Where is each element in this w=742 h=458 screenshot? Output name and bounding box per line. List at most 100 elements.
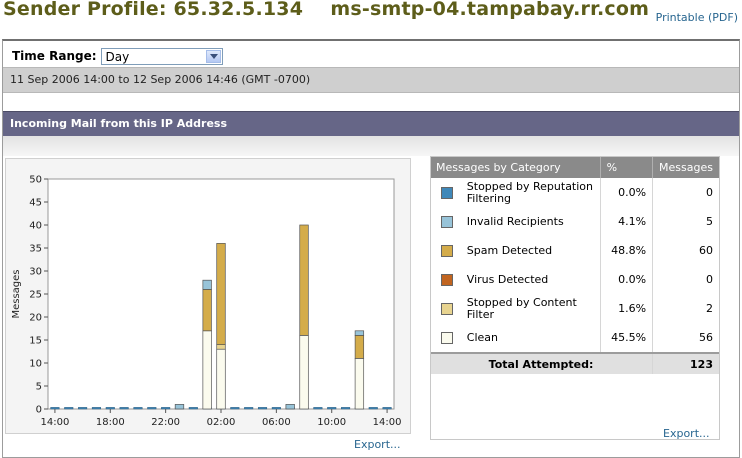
swatch-cell	[430, 207, 461, 236]
bar-segment	[174, 404, 185, 410]
baseline-bar	[64, 407, 74, 410]
baseline-bar	[188, 407, 198, 410]
category-swatch	[441, 273, 453, 286]
baseline-bar	[50, 407, 60, 410]
category-percent: 45.5%	[600, 323, 654, 353]
chevron-down-icon[interactable]	[205, 49, 221, 63]
category-swatch	[441, 215, 453, 228]
x-tick-label: 22:00	[151, 417, 180, 428]
swatch-cell	[430, 323, 461, 353]
total-row: Total Attempted: 123	[430, 352, 720, 374]
category-row: Spam Detected 48.8% 60	[430, 236, 720, 265]
category-swatch	[441, 186, 453, 199]
y-tick-label: 15	[29, 336, 42, 347]
bar-segment	[354, 335, 365, 359]
y-axis-label: Messages	[11, 269, 22, 318]
y-tick-label: 10	[29, 359, 42, 370]
category-count: 2	[652, 294, 720, 323]
chart-export-link[interactable]: Export...	[354, 438, 401, 451]
date-range-bar: 11 Sep 2006 14:00 to 12 Sep 2006 14:46 (…	[3, 67, 739, 93]
baseline-bar	[78, 407, 88, 410]
x-tick-label: 14:00	[373, 417, 402, 428]
baseline-bar	[271, 407, 281, 410]
printable-pdf-link[interactable]: Printable (PDF)	[656, 11, 738, 24]
category-swatch	[441, 302, 453, 315]
bar-segment	[299, 224, 309, 336]
baseline-bar	[341, 407, 351, 410]
category-percent: 1.6%	[600, 294, 654, 323]
swatch-cell	[430, 236, 461, 265]
baseline-bar	[313, 407, 323, 410]
category-row: Virus Detected 0.0% 0	[430, 265, 720, 294]
section-band	[3, 136, 739, 156]
category-count: 60	[652, 236, 720, 265]
y-tick-label: 50	[29, 175, 42, 186]
category-row: Stopped by Reputation Filtering 0.0% 0	[430, 178, 720, 207]
section-title: Incoming Mail from this IP Address	[10, 117, 228, 130]
bar-segment	[299, 335, 309, 410]
category-row: Stopped by Content Filter 1.6% 2	[430, 294, 720, 323]
time-range-label: Time Range:	[12, 49, 97, 63]
baseline-bar	[382, 407, 392, 410]
category-count: 0	[652, 178, 720, 207]
y-tick-label: 20	[29, 313, 42, 324]
baseline-bar	[244, 407, 254, 410]
category-table: Messages by Category % Messages Stopped …	[430, 156, 720, 374]
bar-segment	[285, 404, 295, 410]
bar-segment	[202, 289, 212, 332]
bar-segment	[216, 348, 226, 410]
x-tick-label: 14:00	[41, 417, 70, 428]
category-table-header: Messages by Category % Messages	[430, 156, 720, 178]
header-category[interactable]: Messages by Category	[430, 156, 601, 178]
y-tick-label: 35	[29, 244, 42, 255]
page-title: Sender Profile: 65.32.5.134 ms-smtp-04.t…	[3, 0, 650, 20]
category-label: Stopped by Content Filter	[460, 294, 601, 323]
y-tick-label: 0	[36, 405, 42, 416]
y-tick-label: 40	[29, 221, 42, 232]
category-label: Stopped by Reputation Filtering	[460, 178, 601, 207]
category-count: 5	[652, 207, 720, 236]
chart-panel: 0 5 10 15 20 25 30 35 40 45 50 Messages 14:00 18:00 22…	[5, 158, 411, 434]
baseline-bar	[327, 407, 337, 410]
date-range-text: 11 Sep 2006 14:00 to 12 Sep 2006 14:46 (…	[10, 73, 311, 86]
time-range-select[interactable]: Day	[100, 47, 223, 65]
report-panel: Time Range: Day 11 Sep 2006 14:00 to 12 …	[2, 39, 740, 458]
swatch-cell	[430, 294, 461, 323]
category-swatch	[441, 331, 453, 344]
x-tick-label: 02:00	[207, 417, 236, 428]
x-tick-label: 06:00	[262, 417, 291, 428]
baseline-bar	[147, 407, 157, 410]
swatch-cell	[430, 265, 461, 294]
baseline-bar	[119, 407, 129, 410]
total-value: 123	[652, 352, 720, 374]
category-count: 56	[652, 323, 720, 353]
category-percent: 0.0%	[600, 178, 654, 207]
total-label: Total Attempted:	[430, 352, 654, 374]
y-tick-label: 25	[29, 290, 42, 301]
category-percent: 0.0%	[600, 265, 654, 294]
baseline-bar	[230, 407, 240, 410]
header-messages[interactable]: Messages	[652, 156, 720, 178]
category-label: Invalid Recipients	[460, 207, 601, 236]
baseline-bar	[257, 407, 268, 410]
bar-segment	[202, 330, 212, 410]
bar-segment	[354, 330, 365, 336]
category-swatch	[441, 244, 453, 257]
x-tick-label: 18:00	[96, 417, 125, 428]
category-percent: 4.1%	[600, 207, 654, 236]
messages-chart: 0 5 10 15 20 25 30 35 40 45 50 Messages 14:00 18:00 22…	[11, 175, 402, 429]
baseline-bar	[368, 407, 378, 410]
category-count: 0	[652, 265, 720, 294]
swatch-cell	[430, 178, 461, 207]
header-percent[interactable]: %	[600, 156, 654, 178]
category-label: Clean	[460, 323, 601, 353]
y-tick-label: 30	[29, 267, 42, 278]
bar-segment	[354, 358, 365, 410]
baseline-bar	[133, 407, 143, 410]
y-tick-label: 45	[29, 198, 42, 209]
category-label: Spam Detected	[460, 236, 601, 265]
table-export-link[interactable]: Export...	[663, 427, 710, 440]
baseline-bar	[161, 407, 171, 410]
section-header: Incoming Mail from this IP Address	[3, 111, 739, 136]
baseline-bar	[91, 407, 101, 410]
